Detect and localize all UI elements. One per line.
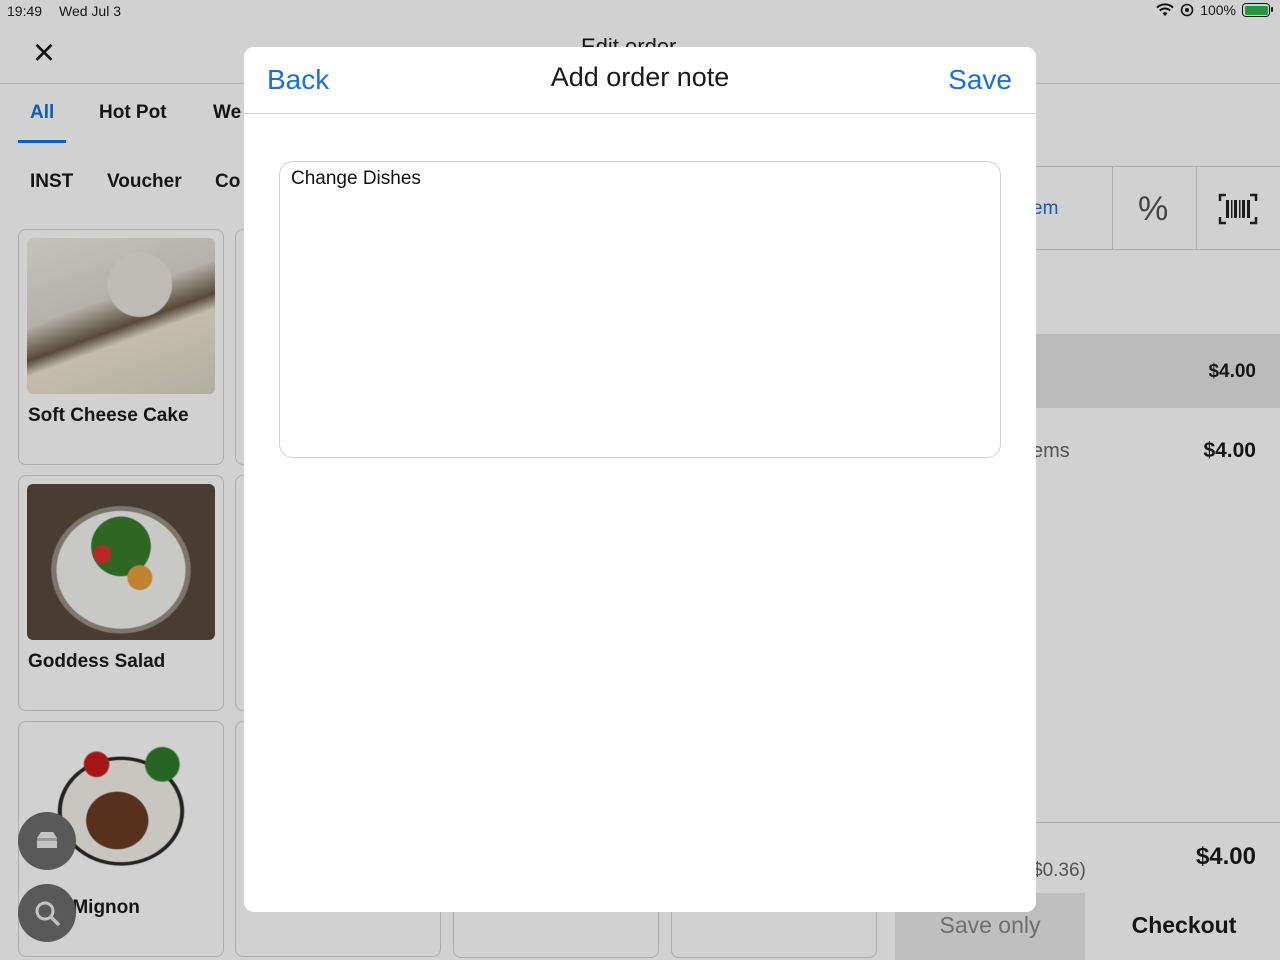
- order-note-input[interactable]: Change Dishes: [279, 161, 1001, 458]
- modal-header: Back Add order note Save: [244, 47, 1036, 114]
- modal-title: Add order note: [550, 62, 730, 92]
- save-button[interactable]: Save: [948, 64, 1012, 96]
- add-order-note-modal: Back Add order note Save Change Dishes: [244, 47, 1036, 912]
